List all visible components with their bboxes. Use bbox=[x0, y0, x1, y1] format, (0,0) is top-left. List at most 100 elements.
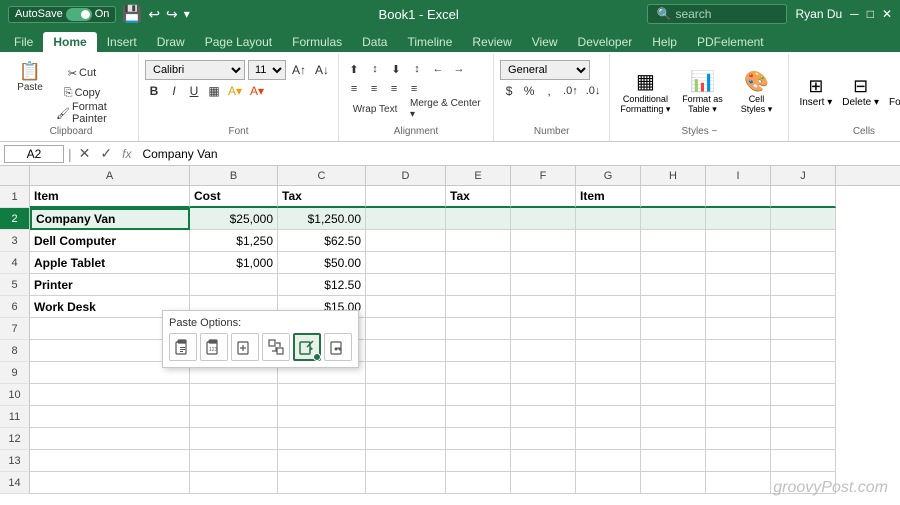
cell-g3[interactable] bbox=[576, 230, 641, 252]
cell-i3[interactable] bbox=[706, 230, 771, 252]
italic-button[interactable]: I bbox=[165, 82, 183, 100]
col-header-e[interactable]: E bbox=[446, 166, 511, 186]
font-color-button[interactable]: A▾ bbox=[247, 82, 267, 100]
autosave-button[interactable]: AutoSave On bbox=[8, 6, 116, 23]
cell-f7[interactable] bbox=[511, 318, 576, 340]
cell-h1[interactable] bbox=[641, 186, 706, 208]
indent-increase-button[interactable]: → bbox=[450, 60, 468, 78]
text-direction-button[interactable]: ↕ bbox=[408, 60, 426, 78]
cell-e3[interactable] bbox=[446, 230, 511, 252]
cell-d6[interactable] bbox=[366, 296, 446, 318]
cell-i2[interactable] bbox=[706, 208, 771, 230]
tab-view[interactable]: View bbox=[522, 32, 568, 52]
cell-c3[interactable]: $62.50 bbox=[278, 230, 366, 252]
cell-j5[interactable] bbox=[771, 274, 836, 296]
cell-b2[interactable]: $25,000 bbox=[190, 208, 278, 230]
cell-f5[interactable] bbox=[511, 274, 576, 296]
fill-color-button[interactable]: A▾ bbox=[225, 82, 245, 100]
row-num-3[interactable]: 3 bbox=[0, 230, 30, 252]
tab-file[interactable]: File bbox=[4, 32, 43, 52]
tab-review[interactable]: Review bbox=[462, 32, 521, 52]
cell-c1[interactable]: Tax bbox=[278, 186, 366, 208]
align-center-button[interactable]: ≡ bbox=[365, 80, 383, 98]
tab-formulas[interactable]: Formulas bbox=[282, 32, 352, 52]
tab-insert[interactable]: Insert bbox=[97, 32, 147, 52]
paste-formulas-button[interactable] bbox=[231, 333, 259, 361]
row-num-5[interactable]: 5 bbox=[0, 274, 30, 296]
format-painter-button[interactable]: 🖌 Format Painter bbox=[52, 104, 132, 122]
copy-button[interactable]: ⎘ Copy bbox=[52, 84, 112, 102]
row-num-14[interactable]: 14 bbox=[0, 472, 30, 494]
comma-button[interactable]: , bbox=[540, 82, 558, 100]
paste-link-button[interactable] bbox=[324, 333, 352, 361]
quick-access-more[interactable]: ▾ bbox=[184, 7, 190, 21]
tab-page-layout[interactable]: Page Layout bbox=[195, 32, 282, 52]
justify-button[interactable]: ≡ bbox=[405, 80, 423, 98]
row-num-7[interactable]: 7 bbox=[0, 318, 30, 340]
cell-c2[interactable]: $1,250.00 bbox=[278, 208, 366, 230]
cell-f3[interactable] bbox=[511, 230, 576, 252]
format-table-button[interactable]: 📊 Format asTable ▾ bbox=[676, 67, 728, 117]
wrap-text-button[interactable]: Wrap Text bbox=[345, 100, 405, 118]
cell-j4[interactable] bbox=[771, 252, 836, 274]
bold-button[interactable]: B bbox=[145, 82, 163, 100]
col-header-g[interactable]: G bbox=[576, 166, 641, 186]
cell-d1[interactable] bbox=[366, 186, 446, 208]
tab-timeline[interactable]: Timeline bbox=[397, 32, 462, 52]
align-top-button[interactable]: ⬆ bbox=[345, 60, 363, 78]
paste-transpose-button[interactable] bbox=[262, 333, 290, 361]
row-num-4[interactable]: 4 bbox=[0, 252, 30, 274]
cell-i4[interactable] bbox=[706, 252, 771, 274]
cell-d5[interactable] bbox=[366, 274, 446, 296]
tab-data[interactable]: Data bbox=[352, 32, 397, 52]
col-header-a[interactable]: A bbox=[30, 166, 190, 186]
cell-h3[interactable] bbox=[641, 230, 706, 252]
formula-input[interactable] bbox=[138, 146, 896, 162]
align-middle-button[interactable]: ↕ bbox=[366, 60, 384, 78]
cell-j3[interactable] bbox=[771, 230, 836, 252]
cell-g5[interactable] bbox=[576, 274, 641, 296]
cell-a5[interactable]: Printer bbox=[30, 274, 190, 296]
cell-g2[interactable] bbox=[576, 208, 641, 230]
cell-d7[interactable] bbox=[366, 318, 446, 340]
row-num-9[interactable]: 9 bbox=[0, 362, 30, 384]
cell-styles-button[interactable]: 🎨 CellStyles ▾ bbox=[730, 67, 782, 117]
undo-icon[interactable]: ↩ bbox=[148, 6, 160, 23]
cell-g6[interactable] bbox=[576, 296, 641, 318]
percent-button[interactable]: % bbox=[520, 82, 538, 100]
cell-f4[interactable] bbox=[511, 252, 576, 274]
cell-h6[interactable] bbox=[641, 296, 706, 318]
cell-f6[interactable] bbox=[511, 296, 576, 318]
cancel-formula-button[interactable]: ✕ bbox=[76, 145, 94, 162]
confirm-formula-button[interactable]: ✓ bbox=[97, 145, 115, 162]
cell-d3[interactable] bbox=[366, 230, 446, 252]
row-num-11[interactable]: 11 bbox=[0, 406, 30, 428]
row-num-1[interactable]: 1 bbox=[0, 186, 30, 208]
cell-j1[interactable] bbox=[771, 186, 836, 208]
cell-i1[interactable] bbox=[706, 186, 771, 208]
col-header-j[interactable]: J bbox=[771, 166, 836, 186]
cell-j2[interactable] bbox=[771, 208, 836, 230]
tab-draw[interactable]: Draw bbox=[147, 32, 195, 52]
row-num-6[interactable]: 6 bbox=[0, 296, 30, 318]
conditional-formatting-button[interactable]: ▦ ConditionalFormatting ▾ bbox=[616, 67, 674, 117]
cell-reference-box[interactable] bbox=[4, 145, 64, 163]
cell-i6[interactable] bbox=[706, 296, 771, 318]
font-family-select[interactable]: Calibri bbox=[145, 60, 245, 80]
cell-g4[interactable] bbox=[576, 252, 641, 274]
cell-g1[interactable]: Item bbox=[576, 186, 641, 208]
cell-b3[interactable]: $1,250 bbox=[190, 230, 278, 252]
font-size-select[interactable]: 11 bbox=[248, 60, 286, 80]
search-box[interactable]: 🔍 bbox=[647, 4, 787, 24]
currency-button[interactable]: $ bbox=[500, 82, 518, 100]
tab-home[interactable]: Home bbox=[43, 32, 96, 52]
number-format-select[interactable]: General bbox=[500, 60, 590, 80]
cell-i7[interactable] bbox=[706, 318, 771, 340]
increase-decimal-button[interactable]: .0↑ bbox=[560, 82, 581, 100]
row-num-2[interactable]: 2 bbox=[0, 208, 30, 230]
cell-h7[interactable] bbox=[641, 318, 706, 340]
cell-h5[interactable] bbox=[641, 274, 706, 296]
row-num-12[interactable]: 12 bbox=[0, 428, 30, 450]
redo-icon[interactable]: ↪ bbox=[166, 6, 178, 23]
increase-font-size[interactable]: A↑ bbox=[289, 61, 309, 79]
